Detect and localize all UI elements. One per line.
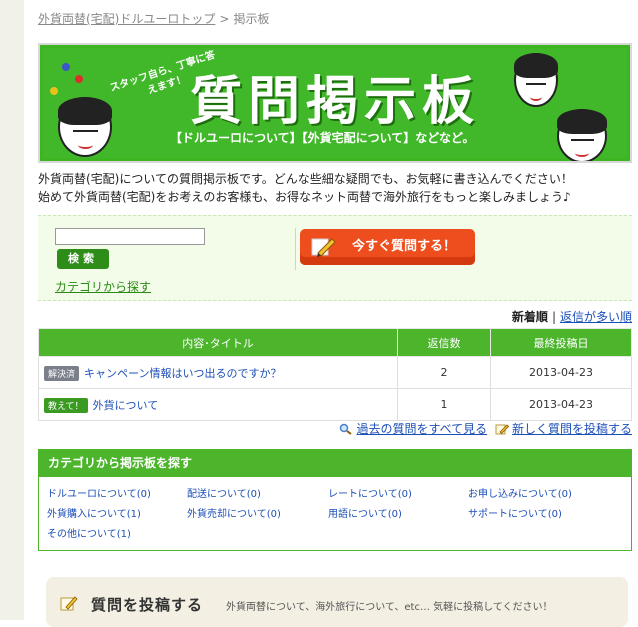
question-link[interactable]: キャンペーン情報はいつ出るのですか？ (84, 367, 281, 380)
sort-most-replies-link[interactable]: 返信が多い順 (560, 310, 632, 324)
category-link[interactable]: レートについて(0) (328, 485, 412, 500)
breadcrumb: 外貨両替(宅配)ドルユーロトップ > 掲示板 (38, 10, 269, 27)
column-header-title: 内容･タイトル (38, 328, 398, 357)
decor-dot-icon (75, 75, 83, 83)
magnifier-icon (340, 423, 353, 435)
question-title-cell: 解決済 キャンペーン情報はいつ出るのですか？ (38, 356, 398, 389)
page-content: 外貨両替(宅配)ドルユーロトップ > 掲示板 スタッフ自ら、丁寧に答えます！ 質問掲… (38, 0, 632, 627)
column-header-last-post: 最終投稿日 (490, 328, 632, 357)
last-post-date: 2013-04-23 (490, 388, 632, 421)
category-link[interactable]: 外貨売却について(0) (187, 505, 281, 520)
search-panel: 検索 カテゴリから探す 今すぐ質問する！ (38, 215, 632, 301)
search-input[interactable] (55, 228, 205, 245)
category-link[interactable]: 外貨購入について(1) (47, 505, 141, 520)
question-title-cell: 教えて！ 外貨について (38, 388, 398, 421)
decor-dot-icon (50, 87, 58, 95)
decor-dot-icon (62, 63, 70, 71)
pencil-icon (60, 596, 78, 611)
breadcrumb-current: 掲示板 (233, 12, 270, 26)
board-actions: 過去の質問をすべて見る 新しく質問を投稿する (339, 420, 632, 437)
search-button[interactable]: 検索 (57, 249, 109, 269)
banner-subtitle: 【ドルユーロについて】【外貨宅配について】などなど。 (170, 131, 475, 145)
sort-newest: 新着順 (511, 310, 548, 324)
intro-line-1: 外貨両替(宅配)についての質問掲示板です。どんな些細な疑問でも、お気軽に書き込ん… (38, 172, 573, 186)
pencil-icon (311, 238, 336, 257)
question-link[interactable]: 外貨について (93, 399, 159, 412)
question-table: 内容･タイトル 返信数 最終投稿日 解決済 キャンペーン情報はいつ出るのですか？ … (38, 328, 632, 421)
status-badge: 教えて！ (44, 397, 88, 413)
post-panel-title: 質問を投稿する (91, 596, 204, 614)
left-margin-bar (0, 0, 24, 620)
reply-count: 1 (397, 388, 491, 421)
category-panel-heading: カテゴリから掲示板を探す (39, 450, 631, 477)
board-banner: スタッフ自ら、丁寧に答えます！ 質問掲示板 【ドルユーロについて】【外貨宅配につ… (38, 43, 632, 163)
ask-question-label: 今すぐ質問する！ (352, 239, 457, 254)
new-question-link[interactable]: 新しく質問を投稿する (512, 422, 632, 436)
breadcrumb-home-link[interactable]: 外貨両替(宅配)ドルユーロトップ (38, 12, 215, 26)
banner-title: 質問掲示板 (190, 72, 481, 132)
category-search-link[interactable]: カテゴリから探す (55, 278, 151, 295)
breadcrumb-separator: > (219, 12, 230, 26)
category-link[interactable]: ドルユーロについて(0) (47, 485, 151, 500)
table-row: 解決済 キャンペーン情報はいつ出るのですか？ 2 2013-04-23 (38, 356, 632, 389)
staff-face-icon (58, 97, 112, 157)
category-link[interactable]: 用語について(0) (328, 505, 402, 520)
reply-count: 2 (397, 356, 491, 389)
last-post-date: 2013-04-23 (490, 356, 632, 389)
category-link[interactable]: その他について(1) (47, 525, 131, 540)
column-header-replies: 返信数 (397, 328, 491, 357)
intro-line-2: 始めて外貨両替(宅配)をお考えのお客様も、お得なネット両替で海外旅行をもっと楽し… (38, 190, 571, 204)
category-link[interactable]: サポートについて(0) (468, 505, 562, 520)
post-panel-description: 外貨両替について、海外旅行について、etc… 気軽に投稿してください！ (226, 602, 553, 613)
pencil-icon (495, 424, 509, 435)
staff-face-icon (557, 109, 607, 161)
sort-separator: | (551, 310, 556, 324)
intro-text: 外貨両替(宅配)についての質問掲示板です。どんな些細な疑問でも、お気軽に書き込ん… (38, 170, 632, 206)
divider (295, 228, 296, 270)
table-header-row: 内容･タイトル 返信数 最終投稿日 (38, 328, 632, 357)
ask-question-button[interactable]: 今すぐ質問する！ (300, 229, 475, 265)
category-link[interactable]: 配送について(0) (187, 485, 261, 500)
category-link[interactable]: お申し込みについて(0) (468, 485, 572, 500)
table-row: 教えて！ 外貨について 1 2013-04-23 (38, 388, 632, 421)
all-questions-link[interactable]: 過去の質問をすべて見る (356, 422, 487, 436)
status-badge: 解決済 (44, 365, 80, 381)
sort-options: 新着順 | 返信が多い順 (512, 308, 632, 325)
staff-face-icon (514, 53, 558, 107)
category-panel: カテゴリから掲示板を探す ドルユーロについて(0) 配送について(0) レートに… (38, 449, 632, 551)
